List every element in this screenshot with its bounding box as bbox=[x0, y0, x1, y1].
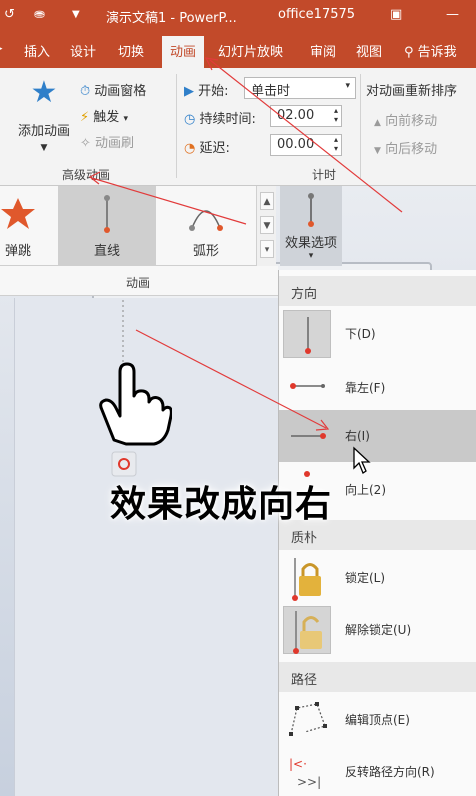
menu-item-reverse-path[interactable]: |<· >>| 反转路径方向(R) bbox=[279, 746, 476, 796]
menu-item-label: 右(I) bbox=[345, 429, 370, 443]
menu-item-label: 靠左(F) bbox=[345, 381, 386, 395]
lock-icon bbox=[283, 554, 331, 602]
menu-item-label: 下(D) bbox=[345, 327, 376, 341]
hand-cursor-icon bbox=[99, 362, 172, 446]
menu-item-label: 编辑顶点(E) bbox=[345, 713, 410, 727]
effect-options-menu: 方向 下(D) 靠左(F) 右(I) 向上(2) 质朴 锁定(L) 解除锁定(U… bbox=[278, 270, 476, 796]
svg-text:|<·: |<· bbox=[289, 757, 307, 771]
unlock-icon bbox=[283, 606, 331, 654]
menu-item-lock[interactable]: 锁定(L) bbox=[279, 552, 476, 604]
direction-left-icon bbox=[283, 364, 331, 412]
menu-item-label: 锁定(L) bbox=[345, 571, 386, 585]
menu-item-label: 向上(2) bbox=[345, 483, 386, 497]
svg-text:>>|: >>| bbox=[297, 775, 321, 789]
mouse-pointer-icon bbox=[353, 446, 371, 474]
menu-item-left[interactable]: 靠左(F) bbox=[279, 362, 476, 414]
video-caption: 效果改成向右 bbox=[110, 484, 333, 525]
reverse-path-icon: |<· >>| bbox=[283, 748, 331, 796]
menu-item-down[interactable]: 下(D) bbox=[279, 308, 476, 360]
direction-right-icon bbox=[283, 412, 331, 460]
menu-item-label: 解除锁定(U) bbox=[345, 623, 412, 637]
section-direction: 方向 bbox=[279, 276, 476, 306]
section-path: 路径 bbox=[279, 662, 476, 692]
edit-points-icon bbox=[283, 696, 331, 744]
direction-down-icon bbox=[283, 310, 331, 358]
menu-item-label: 反转路径方向(R) bbox=[345, 765, 435, 779]
menu-item-edit-points[interactable]: 编辑顶点(E) bbox=[279, 694, 476, 746]
menu-item-right[interactable]: 右(I) bbox=[279, 410, 476, 462]
menu-item-unlock[interactable]: 解除锁定(U) bbox=[279, 604, 476, 656]
